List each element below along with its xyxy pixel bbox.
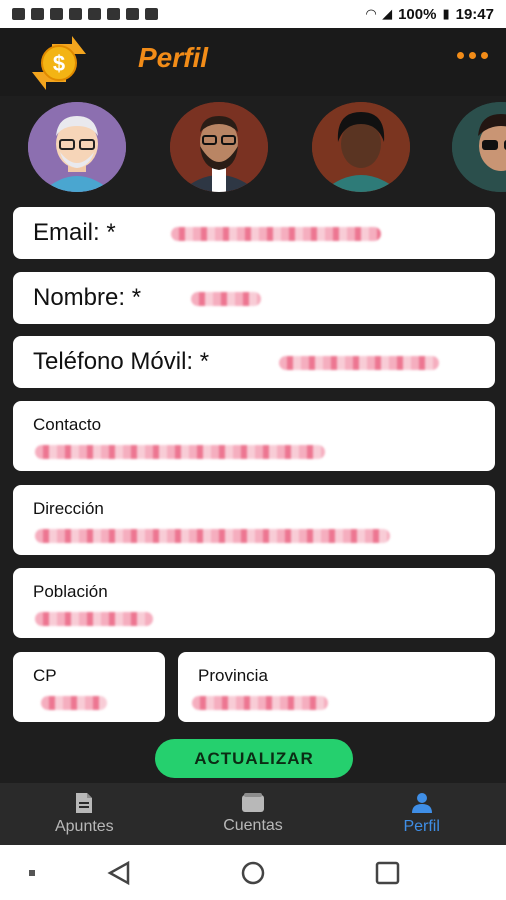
nav-apuntes-label: Apuntes [54, 818, 114, 835]
more-horizontal-icon[interactable] [457, 52, 488, 59]
telefono-label: Teléfono Móvil: * [33, 348, 210, 375]
redacted-value [171, 227, 381, 241]
redacted-value [41, 696, 107, 710]
avatar-bearded-man[interactable] [170, 102, 268, 192]
redacted-value [35, 529, 390, 543]
status-bar: ◠ ◢ 100% ▮ 19:47 [0, 0, 506, 28]
dollar-coin-arrows-icon: $ [24, 32, 94, 94]
mail-icon [50, 8, 63, 20]
provincia-field[interactable]: Provincia [178, 652, 495, 722]
telefono-field[interactable]: Teléfono Móvil: * [13, 336, 495, 388]
usb-icon [107, 8, 120, 20]
clock: 19:47 [455, 5, 494, 23]
avatar-dark-hair-person[interactable] [312, 102, 410, 192]
avatar-carousel[interactable] [0, 96, 506, 198]
nav-perfil-label: Perfil [403, 818, 440, 835]
email-field[interactable]: Email: * [13, 207, 495, 259]
direccion-field[interactable]: Dirección [13, 485, 495, 555]
notification-icon [12, 8, 25, 20]
nombre-label: Nombre: * [33, 284, 142, 311]
provincia-label: Provincia [198, 666, 268, 685]
svg-text:$: $ [53, 51, 65, 76]
nav-perfil[interactable]: Perfil [337, 783, 506, 845]
notification-icon [69, 8, 82, 20]
contacto-label: Contacto [33, 415, 102, 434]
avatar-old-man[interactable] [28, 102, 126, 192]
gmail-icon [88, 8, 101, 20]
nav-cuentas[interactable]: Cuentas [169, 783, 338, 845]
page-title: Perfil [138, 42, 209, 73]
parking-icon [145, 8, 158, 20]
top-app-bar: $ Perfil [0, 28, 506, 96]
avatar-glasses-person[interactable] [452, 102, 506, 192]
nav-cuentas-label: Cuentas [223, 817, 283, 834]
email-label: Email: * [33, 219, 116, 246]
bell-icon [126, 8, 139, 20]
menu-dot-icon [29, 870, 35, 876]
redacted-value [279, 356, 439, 370]
update-button[interactable]: ACTUALIZAR [155, 739, 353, 778]
redacted-value [35, 445, 325, 459]
redacted-value [191, 292, 261, 306]
app-screen: ◠ ◢ 100% ▮ 19:47 $ Perfil Email: * Nombr… [0, 0, 506, 900]
redacted-value [35, 612, 153, 626]
cp-label: CP [33, 666, 57, 685]
system-navigation-bar [0, 845, 506, 900]
battery-percent: 100% [398, 5, 437, 23]
signal-icon: ◢ [382, 6, 393, 21]
poblacion-field[interactable]: Población [13, 568, 495, 638]
recents-icon[interactable] [375, 861, 400, 885]
folder-icon [242, 793, 264, 812]
nav-apuntes[interactable]: Apuntes [0, 783, 169, 845]
redacted-value [192, 696, 328, 710]
notification-icon [31, 8, 44, 20]
contacto-field[interactable]: Contacto [13, 401, 495, 471]
cp-field[interactable]: CP [13, 652, 165, 722]
person-icon [411, 793, 432, 813]
document-icon [76, 793, 93, 813]
poblacion-label: Población [33, 582, 108, 601]
direccion-label: Dirección [33, 499, 104, 518]
wifi-icon: ◠ [366, 6, 377, 21]
nombre-field[interactable]: Nombre: * [13, 272, 495, 324]
notification-icons [12, 8, 158, 20]
back-icon[interactable] [107, 860, 130, 886]
status-indicators: ◠ ◢ 100% ▮ 19:47 [366, 6, 494, 23]
battery-icon: ▮ [442, 6, 450, 21]
bottom-navigation: Apuntes Cuentas Perfil [0, 783, 506, 845]
home-icon[interactable] [241, 861, 265, 885]
